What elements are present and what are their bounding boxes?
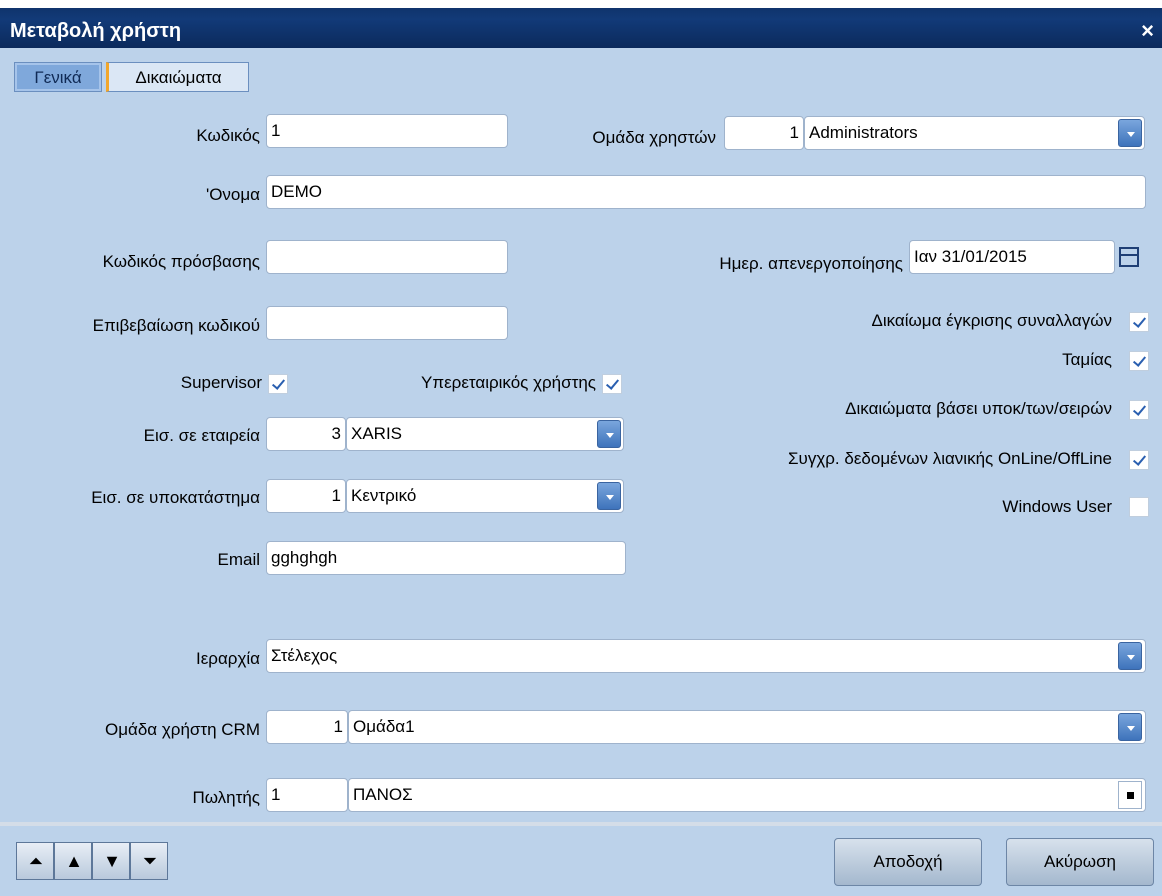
branch-select[interactable]: Κεντρικό xyxy=(346,479,624,513)
first-icon: ⏶ xyxy=(28,851,44,871)
user-group-label: Ομάδα χρηστών xyxy=(592,128,716,147)
branch-code[interactable]: 1 xyxy=(266,479,346,513)
crm-group-dropdown-icon[interactable] xyxy=(1118,713,1142,741)
deactivation-date-input[interactable]: Ιαν 31/01/2015 xyxy=(909,240,1115,274)
approve-tx-label: Δικαίωμα έγκρισης συναλλαγών xyxy=(871,311,1113,330)
sync-label: Συγχρ. δεδομένων λιανικής OnLine/OffLine xyxy=(788,449,1112,468)
rights-series-label: Δικαιώματα βάσει υποκ/των/σειρών xyxy=(845,399,1112,418)
company-code[interactable]: 3 xyxy=(266,417,346,451)
calendar-icon[interactable] xyxy=(1117,242,1143,274)
password-input[interactable] xyxy=(266,240,508,274)
supervisor-label: Supervisor xyxy=(180,373,262,392)
intercompany-checkbox[interactable] xyxy=(602,374,622,394)
company-dropdown-icon[interactable] xyxy=(597,420,621,448)
code-input[interactable]: 1 xyxy=(266,114,508,148)
approve-tx-checkbox[interactable] xyxy=(1129,312,1149,332)
down-arrow-icon: ▼ xyxy=(103,851,121,871)
sync-checkbox[interactable] xyxy=(1129,450,1149,470)
bottom-toolbar xyxy=(0,822,1162,896)
name-input[interactable]: DEMO xyxy=(266,175,1146,209)
intercompany-label: Υπερεταιρικός χρήστης xyxy=(421,373,596,392)
window-title: Μεταβολή χρήστη xyxy=(10,20,182,42)
cashier-label: Ταμίας xyxy=(1062,350,1112,369)
company-select[interactable]: XARIS xyxy=(346,417,624,451)
windows-user-checkbox[interactable] xyxy=(1129,497,1149,517)
salesman-code[interactable]: 1 xyxy=(266,778,348,812)
user-group-code[interactable]: 1 xyxy=(724,116,804,150)
hierarchy-select[interactable]: Στέλεχος xyxy=(266,639,1146,673)
salesman-name[interactable]: ΠΑΝΟΣ xyxy=(348,778,1146,812)
tab-general[interactable]: Γενικά xyxy=(14,62,102,92)
tab-permissions[interactable]: Δικαιώματα xyxy=(106,62,249,92)
rights-series-checkbox[interactable] xyxy=(1129,400,1149,420)
last-record-button[interactable]: ⏷ xyxy=(130,842,168,880)
hierarchy-dropdown-icon[interactable] xyxy=(1118,642,1142,670)
crm-group-select[interactable]: Ομάδα1 xyxy=(348,710,1146,744)
email-label: Email xyxy=(217,550,260,569)
lookup-icon[interactable] xyxy=(1118,781,1142,809)
hierarchy-label: Ιεραρχία xyxy=(196,649,260,668)
cashier-checkbox[interactable] xyxy=(1129,351,1149,371)
confirm-password-input[interactable] xyxy=(266,306,508,340)
close-icon[interactable]: × xyxy=(1141,18,1154,44)
salesman-label: Πωλητής xyxy=(192,788,260,807)
supervisor-checkbox[interactable] xyxy=(268,374,288,394)
cancel-button[interactable]: Ακύρωση xyxy=(1006,838,1154,886)
password-label: Κωδικός πρόσβασης xyxy=(102,252,260,271)
previous-record-button[interactable]: ▲ xyxy=(54,842,92,880)
confirm-label: Επιβεβαίωση κωδικού xyxy=(92,316,260,335)
company-label: Εισ. σε εταιρεία xyxy=(143,426,260,445)
first-record-button[interactable]: ⏶ xyxy=(16,842,54,880)
next-record-button[interactable]: ▼ xyxy=(92,842,130,880)
name-label: 'Ονομα xyxy=(205,185,260,204)
user-group-dropdown-icon[interactable] xyxy=(1118,119,1142,147)
user-group-select[interactable]: Administrators xyxy=(804,116,1145,150)
accept-button[interactable]: Αποδοχή xyxy=(834,838,982,886)
crm-group-label: Ομάδα χρήστη CRM xyxy=(104,720,260,739)
up-arrow-icon: ▲ xyxy=(65,851,83,871)
branch-label: Εισ. σε υποκατάστημα xyxy=(91,488,260,507)
email-input[interactable]: gghghgh xyxy=(266,541,626,575)
last-icon: ⏷ xyxy=(142,851,158,871)
windows-user-label: Windows User xyxy=(1002,497,1112,516)
branch-dropdown-icon[interactable] xyxy=(597,482,621,510)
code-label: Κωδικός xyxy=(196,126,260,145)
crm-group-code[interactable]: 1 xyxy=(266,710,348,744)
title-bar: Μεταβολή χρήστη × xyxy=(0,0,1162,48)
deactivation-label: Ημερ. απενεργοποίησης xyxy=(719,254,903,273)
